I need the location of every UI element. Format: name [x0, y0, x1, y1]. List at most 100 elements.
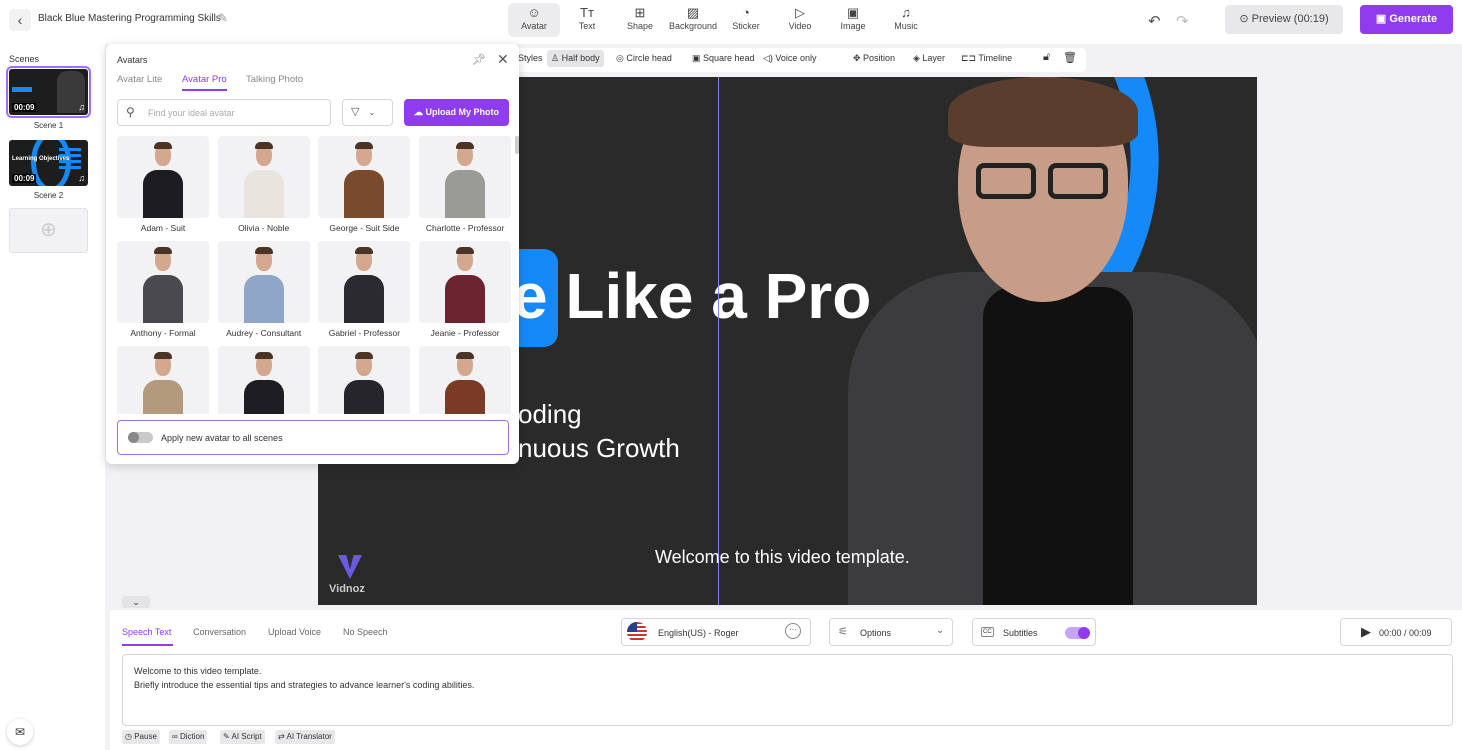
avatar-name: Anthony - Formal: [130, 328, 196, 338]
speech-panel: Speech Text Conversation Upload Voice No Sp…: [110, 610, 1462, 750]
speech-tab-no-speech[interactable]: No Speech: [343, 627, 388, 637]
avatar-search-input[interactable]: ⚲ Find your ideal avatar: [117, 99, 331, 126]
tool-text[interactable]: Tт Text: [561, 3, 613, 37]
tab-avatar-pro[interactable]: Avatar Pro: [182, 74, 227, 91]
video-icon: ▷: [795, 5, 805, 20]
sliders-icon: ⚟: [838, 626, 848, 638]
avatars-panel-title: Avatars: [117, 55, 148, 65]
delete-icon[interactable]: 🗑︎: [1063, 51, 1077, 64]
lock-icon[interactable]: 🔓︎: [1043, 51, 1050, 64]
timeline-label: Timeline: [978, 53, 1013, 63]
shape-icon: ⊞: [634, 5, 646, 20]
chat-support-icon[interactable]: ✉: [7, 719, 33, 745]
avatar-card[interactable]: [318, 346, 411, 414]
collapse-chevron-icon[interactable]: ⌄: [122, 596, 150, 608]
scene-thumbnail-2[interactable]: Learning Objectives 00:09 ♫: [9, 140, 88, 186]
speech-tab-conversation[interactable]: Conversation: [193, 627, 246, 637]
tab-talking-photo[interactable]: Talking Photo: [246, 74, 303, 85]
speech-tab-upload-voice[interactable]: Upload Voice: [268, 627, 321, 637]
apply-all-toggle[interactable]: [128, 432, 153, 443]
tool-music[interactable]: ♫ Music: [880, 3, 932, 37]
upload-photo-button[interactable]: ☁ Upload My Photo: [404, 99, 509, 126]
play-icon: ▶: [1361, 624, 1371, 639]
avatar-card[interactable]: [419, 346, 512, 414]
grid-scrollbar[interactable]: [515, 136, 519, 154]
layer-button[interactable]: ◈ Layer: [913, 53, 945, 64]
half-body-button[interactable]: ♙ Half body: [547, 50, 604, 67]
edit-title-icon[interactable]: ✎: [218, 11, 228, 25]
scene-duration: 00:09: [12, 103, 37, 112]
avatar-name: Charlotte - Professor: [425, 223, 505, 233]
sticker-icon: ◔: [742, 5, 750, 20]
avatar-card[interactable]: [318, 136, 411, 218]
tool-sticker[interactable]: ◔ Sticker: [720, 3, 772, 37]
music-icon: ♫: [78, 102, 85, 112]
chip-label: Pause: [134, 732, 157, 741]
tool-shape[interactable]: ⊞ Shape: [614, 3, 666, 37]
speech-line-1: Welcome to this video template.: [134, 666, 262, 676]
tab-avatar-lite[interactable]: Avatar Lite: [117, 74, 162, 85]
avatar-grid: Adam - Suit Olivia - Noble George - Suit…: [106, 136, 519, 414]
redo-icon[interactable]: ↷: [1176, 12, 1189, 30]
preview-button[interactable]: ⊙ Preview (00:19): [1225, 5, 1343, 34]
tool-avatar[interactable]: ☺ Avatar: [508, 3, 560, 37]
chip-pause[interactable]: ◷ Pause: [122, 730, 160, 744]
generate-button[interactable]: ▣ Generate: [1360, 5, 1453, 34]
avatar-card[interactable]: [117, 136, 209, 218]
voice-label: English(US) - Roger: [658, 628, 739, 638]
chevron-down-icon: ⌄: [936, 625, 945, 636]
subtitle-text[interactable]: Welcome to this video template.: [655, 547, 910, 568]
play-audio-button[interactable]: ▶ 00:00 / 00:09: [1340, 618, 1452, 646]
avatar-context-toolbar: Styles ♙ Half body ◎ Circle head ▣ Squar…: [508, 48, 1086, 72]
options-dropdown[interactable]: ⚟ Options ⌄: [829, 618, 953, 646]
avatar-card[interactable]: [217, 241, 310, 323]
avatar-card[interactable]: [117, 241, 209, 323]
text-icon: Tт: [580, 5, 594, 20]
undo-icon[interactable]: ↶: [1148, 12, 1161, 30]
subtitles-toggle[interactable]: [1065, 627, 1090, 639]
chip-ai-translator[interactable]: ⇄ AI Translator: [275, 730, 335, 744]
timeline-button[interactable]: ⊏⊐ Timeline: [961, 53, 1012, 64]
scene-thumbnail-1[interactable]: 00:09 ♫: [6, 66, 91, 118]
center-guide-line: [718, 77, 719, 605]
project-title[interactable]: Black Blue Mastering Programming Skills: [38, 13, 221, 24]
filter-dropdown[interactable]: ▽ ⌄: [342, 99, 393, 126]
tool-image[interactable]: ▣ Image: [827, 3, 879, 37]
avatar-card[interactable]: [318, 241, 411, 323]
tool-label: Shape: [626, 21, 654, 31]
speech-tab-speech-text[interactable]: Speech Text: [122, 627, 171, 637]
more-icon[interactable]: ···: [785, 623, 801, 639]
voice-selector[interactable]: English(US) - Roger ···: [621, 618, 811, 646]
chip-ai-script[interactable]: ✎ AI Script: [220, 730, 265, 744]
scene-label: Scene 1: [33, 121, 64, 130]
search-placeholder: Find your ideal avatar: [148, 108, 235, 118]
chip-diction[interactable]: ∞ Diction: [169, 730, 208, 744]
music-icon: ♫: [901, 5, 911, 20]
apply-all-label: Apply new avatar to all scenes: [161, 433, 283, 443]
circle-head-button[interactable]: ◎ Circle head: [616, 53, 672, 64]
body-line-2[interactable]: nuous Growth: [518, 433, 680, 464]
headline-text[interactable]: e Like a Pro: [512, 259, 871, 333]
speech-text-area[interactable]: Welcome to this video template. Briefly …: [122, 654, 1453, 726]
tool-background[interactable]: ▨ Background: [667, 3, 719, 37]
avatar-name: Jeanie - Professor: [430, 328, 500, 338]
avatar-name: Gabriel - Professor: [328, 328, 401, 338]
add-scene-button[interactable]: ⊕: [9, 208, 88, 253]
close-icon[interactable]: ✕: [497, 51, 509, 68]
avatar-card[interactable]: [217, 346, 310, 414]
position-button[interactable]: ✥ Position: [853, 53, 895, 64]
pin-icon[interactable]: 📌︎: [472, 53, 486, 66]
tool-video[interactable]: ▷ Video: [774, 3, 826, 37]
image-icon: ▣: [846, 5, 860, 20]
voice-only-button[interactable]: ◁) Voice only: [763, 53, 816, 64]
square-head-button[interactable]: ▣ Square head: [692, 53, 755, 64]
avatar-card[interactable]: [419, 136, 512, 218]
avatar-card[interactable]: [217, 136, 310, 218]
avatar-card[interactable]: [117, 346, 209, 414]
styles-button[interactable]: Styles: [518, 53, 543, 63]
back-button[interactable]: ‹: [9, 9, 31, 31]
avatar-name: Audrey - Consultant: [226, 328, 302, 338]
avatar-card[interactable]: [419, 241, 512, 323]
half-body-label: Half body: [561, 53, 600, 63]
body-line-1[interactable]: oding: [518, 399, 582, 430]
